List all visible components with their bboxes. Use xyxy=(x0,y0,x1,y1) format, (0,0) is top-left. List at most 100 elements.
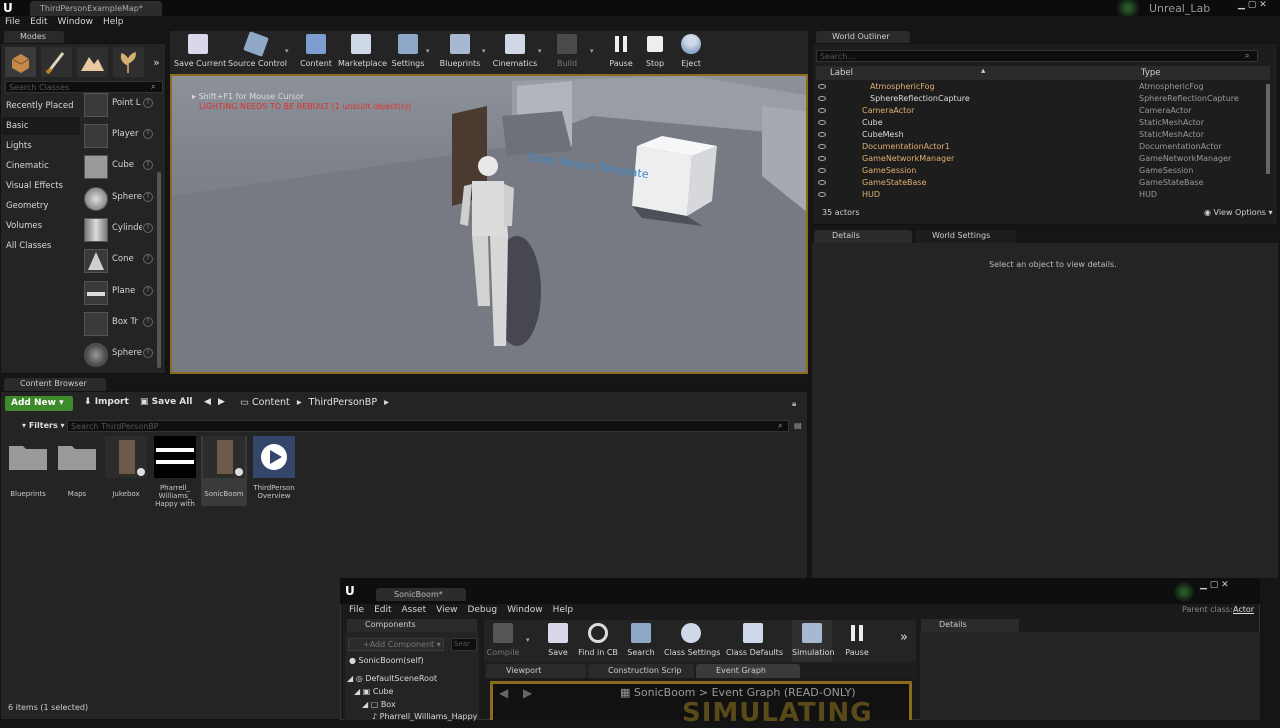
outliner-row[interactable]: GameNetworkManager GameNetworkManager xyxy=(816,153,1270,165)
add-component-button[interactable]: +Add Component ▾ xyxy=(348,638,444,651)
outliner-row[interactable]: GameStateBase GameStateBase xyxy=(816,177,1270,189)
minimize-icon[interactable]: ▁ xyxy=(1238,0,1245,10)
asset-folder-blueprints[interactable]: Blueprints xyxy=(5,436,51,506)
visibility-icon[interactable] xyxy=(818,84,826,89)
help-icon[interactable]: ? xyxy=(143,223,153,233)
compile-button[interactable]: Compile xyxy=(486,620,520,662)
asset-third-person-overview[interactable]: ThirdPerson Overview xyxy=(251,436,297,506)
category-visual-effects[interactable]: Visual Effects xyxy=(2,177,80,195)
bp-menu-help[interactable]: Help xyxy=(548,604,579,616)
simulation-button[interactable]: Simulation xyxy=(792,620,835,662)
asset-pharrell-williams-happy[interactable]: Pharrell_ Williams_ Happy with xyxy=(152,436,198,508)
details-tab[interactable]: Details xyxy=(814,230,912,243)
lock-icon[interactable]: 🔒︎ xyxy=(792,399,796,409)
marketplace-button[interactable]: Marketplace xyxy=(338,31,387,73)
close-icon[interactable]: ✕ xyxy=(1259,0,1267,10)
source-control-button[interactable]: Source Control xyxy=(228,31,287,73)
minimize-icon[interactable]: ▁ xyxy=(1200,580,1210,590)
stop-button[interactable]: Stop xyxy=(640,31,670,73)
bp-search-button[interactable]: Search xyxy=(624,620,658,662)
build-button[interactable]: Build xyxy=(552,31,582,73)
tab-event-graph[interactable]: Event Graph xyxy=(696,664,800,678)
category-recently-placed[interactable]: Recently Placed xyxy=(2,97,80,115)
save-current-button[interactable]: Save Current xyxy=(174,31,226,73)
type-column-header[interactable]: Type xyxy=(1141,68,1161,78)
component-cube[interactable]: ◢ ▣ Cube xyxy=(354,687,393,696)
history-forward-button[interactable]: ▶ xyxy=(218,397,225,407)
outliner-row[interactable]: Cube StaticMeshActor xyxy=(816,117,1270,129)
visibility-icon[interactable] xyxy=(818,120,826,125)
help-icon[interactable]: ? xyxy=(143,254,153,264)
asset-sonic-boom[interactable]: SonicBoom xyxy=(201,436,247,506)
content-button[interactable]: Content xyxy=(298,31,334,73)
blueprints-button[interactable]: Blueprints xyxy=(438,31,482,73)
bp-menu-edit[interactable]: Edit xyxy=(369,604,396,616)
place-item-sphere-reflection[interactable]: Sphere? xyxy=(82,341,156,369)
visibility-icon[interactable] xyxy=(818,96,826,101)
world-outliner-tab[interactable]: World Outliner xyxy=(816,31,910,43)
content-search-input[interactable]: Search ThirdPersonBP xyxy=(67,420,789,432)
help-icon[interactable]: ? xyxy=(143,98,153,108)
component-search-input[interactable]: Sear xyxy=(451,638,477,651)
menu-file[interactable]: File xyxy=(0,16,25,28)
maximize-icon[interactable]: ▢ xyxy=(1210,580,1221,590)
outliner-row[interactable]: SphereReflectionCapture SphereReflectionC… xyxy=(816,93,1270,105)
level-viewport[interactable]: Third Person Template ▸ Shift+F1 for Mou… xyxy=(170,74,808,374)
outliner-row[interactable]: GameSession GameSession xyxy=(816,165,1270,177)
save-search-icon[interactable]: ▤ xyxy=(794,421,802,430)
outliner-row[interactable]: CameraActor CameraActor xyxy=(816,105,1270,117)
bp-pause-button[interactable]: Pause xyxy=(842,620,872,662)
help-icon[interactable]: ? xyxy=(143,129,153,139)
find-in-cb-button[interactable]: Find in CB xyxy=(578,620,618,662)
place-item-box-trigger[interactable]: Box Tr? xyxy=(82,310,156,338)
import-button[interactable]: ⬇ Import xyxy=(84,397,129,407)
paint-mode-button[interactable] xyxy=(41,47,72,77)
place-item-cube[interactable]: Cube? xyxy=(82,153,156,181)
category-volumes[interactable]: Volumes xyxy=(2,217,80,235)
chevron-down-icon[interactable]: ▾ xyxy=(482,47,486,55)
maximize-icon[interactable]: ▢ xyxy=(1248,0,1257,10)
save-all-button[interactable]: ▣ Save All xyxy=(140,397,192,407)
component-box[interactable]: ◢ ▢ Box xyxy=(362,700,396,709)
bp-menu-file[interactable]: File xyxy=(344,604,369,616)
eject-button[interactable]: Eject xyxy=(676,31,706,73)
blueprint-tab[interactable]: SonicBoom* xyxy=(376,588,466,601)
graph-forward-icon[interactable]: ▶ xyxy=(523,686,532,700)
history-back-button[interactable]: ◀ xyxy=(204,397,211,407)
chevron-down-icon[interactable]: ▾ xyxy=(526,636,530,644)
add-new-button[interactable]: Add New ▾ xyxy=(5,396,73,411)
help-icon[interactable]: ? xyxy=(143,160,153,170)
category-basic[interactable]: Basic xyxy=(2,117,80,135)
place-item-point-light[interactable]: Point L? xyxy=(82,91,156,119)
help-icon[interactable]: ? xyxy=(143,348,153,358)
parent-class-link[interactable]: Actor xyxy=(1233,605,1254,614)
bp-menu-debug[interactable]: Debug xyxy=(462,604,502,616)
tab-construction-script[interactable]: Construction Scrip xyxy=(588,664,694,678)
breadcrumb-third-person-bp[interactable]: ThirdPersonBP xyxy=(309,397,377,408)
category-cinematic[interactable]: Cinematic xyxy=(2,157,80,175)
menu-help[interactable]: Help xyxy=(98,16,129,28)
bp-save-button[interactable]: Save xyxy=(544,620,572,662)
modes-tab[interactable]: Modes xyxy=(4,31,64,43)
outliner-scrollbar[interactable] xyxy=(1266,84,1270,174)
menu-edit[interactable]: Edit xyxy=(25,16,52,28)
chevron-down-icon[interactable]: ▾ xyxy=(426,47,430,55)
visibility-icon[interactable] xyxy=(818,132,826,137)
outliner-row[interactable]: AtmosphericFog AtmosphericFog xyxy=(816,81,1270,93)
bp-details-tab[interactable]: Details xyxy=(921,619,1019,632)
settings-button[interactable]: Settings xyxy=(390,31,426,73)
chevron-down-icon[interactable]: ▾ xyxy=(538,47,542,55)
category-all-classes[interactable]: All Classes xyxy=(2,237,80,255)
foliage-mode-button[interactable] xyxy=(113,47,144,77)
more-modes-icon[interactable]: » xyxy=(153,56,160,69)
outliner-search-input[interactable]: Search... xyxy=(816,50,1258,62)
bp-menu-window[interactable]: Window xyxy=(502,604,548,616)
help-icon[interactable]: ? xyxy=(143,192,153,202)
more-toolbar-icon[interactable]: » xyxy=(900,630,908,645)
tab-viewport[interactable]: Viewport xyxy=(486,664,586,678)
place-item-sphere[interactable]: Sphere? xyxy=(82,185,156,213)
close-icon[interactable]: ✕ xyxy=(1221,580,1229,590)
component-self[interactable]: ● SonicBoom(self) xyxy=(349,656,424,665)
bp-menu-view[interactable]: View xyxy=(431,604,462,616)
cinematics-button[interactable]: Cinematics xyxy=(492,31,538,73)
